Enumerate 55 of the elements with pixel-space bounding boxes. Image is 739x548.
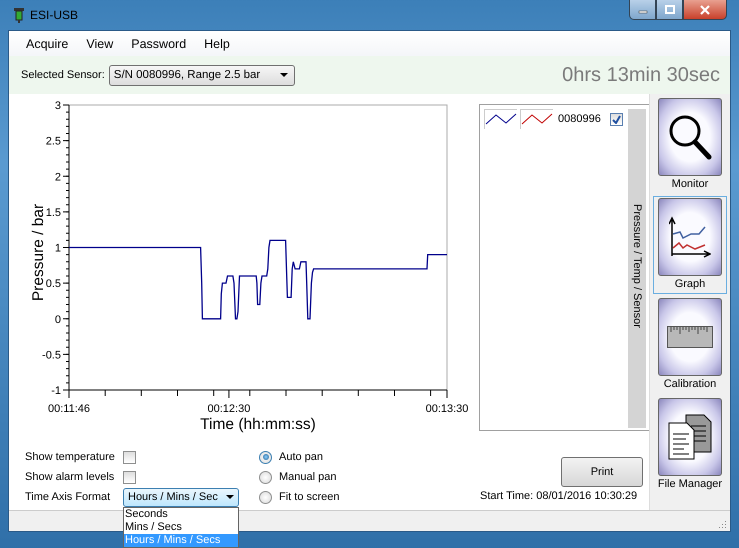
- search-icon: [668, 114, 712, 160]
- maximize-icon: [664, 5, 674, 14]
- radio-label: Fit to screen: [279, 491, 340, 503]
- x-tick-label: 00:13:30: [426, 403, 468, 415]
- start-time: Start Time: 08/01/2016 10:30:29: [480, 490, 638, 502]
- elapsed-time: 0hrs 13min 30sec: [562, 64, 720, 86]
- time-axis-label: Time Axis Format: [25, 491, 112, 503]
- radio-button[interactable]: [259, 490, 272, 504]
- documents-icon: [668, 414, 712, 460]
- resize-grip-icon: [719, 520, 727, 528]
- checkbox[interactable]: [123, 450, 136, 464]
- menu-item[interactable]: View: [77, 36, 122, 50]
- y-tick-label: 1.5: [46, 206, 61, 219]
- radio-button[interactable]: [259, 450, 272, 464]
- window-title: ESI-USB: [30, 8, 78, 22]
- close-button[interactable]: [683, 0, 727, 20]
- radio-label: Auto pan: [279, 451, 324, 463]
- menu-item[interactable]: Help: [195, 36, 239, 50]
- minimize-button[interactable]: [629, 0, 656, 20]
- menu-item[interactable]: Password: [122, 36, 196, 50]
- legend-line-icon: [520, 109, 553, 129]
- y-tick-label: 0: [54, 314, 61, 326]
- vertical-tab[interactable]: Pressure / Temp / Sensor: [628, 109, 646, 428]
- sensor-serial: 0080996: [558, 113, 601, 125]
- sensor-label: Selected Sensor:: [21, 69, 105, 81]
- legend-line-icon: [484, 109, 517, 129]
- print-button[interactable]: Print: [561, 457, 643, 487]
- y-tick-label: 0.5: [46, 278, 61, 290]
- nav-item[interactable]: Graph: [653, 196, 727, 294]
- line-chart-icon: [669, 216, 711, 258]
- checkbox-label: Show temperature: [25, 451, 116, 463]
- sensor-dropdown[interactable]: S/N 0080996, Range 2.5 bar: [108, 64, 295, 86]
- x-axis-title: Time (hh:mm:ss): [200, 416, 316, 433]
- y-tick-label: 2.5: [46, 136, 61, 148]
- y-axis-title: Pressure / bar: [30, 204, 47, 302]
- ruler-icon: [667, 326, 713, 348]
- checkbox-label: Show alarm levels: [25, 471, 116, 483]
- menu-item[interactable]: Acquire: [17, 36, 78, 50]
- y-tick-label: 1: [54, 242, 61, 254]
- close-icon: [699, 4, 711, 14]
- maximize-button[interactable]: [656, 0, 683, 20]
- dropdown-option[interactable]: Seconds: [124, 508, 238, 520]
- checkbox[interactable]: [610, 112, 623, 126]
- dropdown-option[interactable]: Mins / Secs: [124, 520, 238, 534]
- radio-button[interactable]: [259, 470, 272, 484]
- x-tick-label: 00:12:30: [208, 403, 250, 415]
- y-tick-label: -0.5: [42, 349, 61, 362]
- y-tick-label: -1: [51, 385, 61, 397]
- app-icon: [14, 8, 24, 22]
- x-tick-label: 00:11:46: [48, 403, 90, 415]
- checkbox[interactable]: [123, 470, 136, 484]
- time-format-dropdown[interactable]: Hours / Mins / Sec: [123, 488, 239, 506]
- radio-label: Manual pan: [279, 471, 336, 483]
- y-tick-label: 3: [54, 100, 61, 112]
- y-tick-label: 2: [54, 171, 61, 184]
